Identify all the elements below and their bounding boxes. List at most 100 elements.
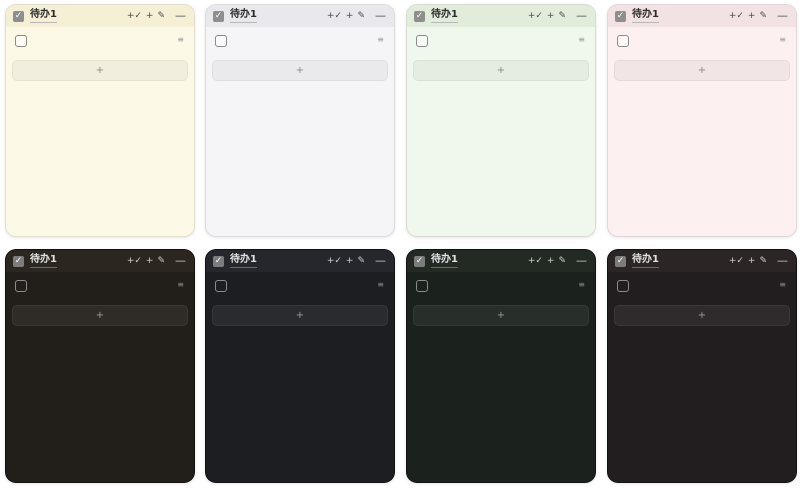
pen-icon[interactable]: ✎ [558,11,566,21]
checkbox-empty-icon[interactable] [215,280,227,292]
widget-title[interactable]: 待办1 [230,254,257,268]
plus-icon[interactable]: + [346,11,354,21]
widget-titlebar[interactable]: ✓ 待办1 +✓ + ✎ — [6,250,194,272]
checkbox-empty-icon[interactable] [15,280,27,292]
checkbox-empty-icon[interactable] [416,35,428,47]
minimize-icon[interactable]: — [175,255,186,266]
add-item-button[interactable]: + [12,305,188,326]
drag-handle-icon[interactable]: ≡ [578,281,585,289]
plus-icon[interactable]: + [547,256,555,266]
widget-titlebar[interactable]: ✓ 待办1 +✓ + ✎ — [206,250,394,272]
pen-icon[interactable]: ✎ [759,11,767,21]
plus-icon[interactable]: + [346,256,354,266]
todo-item: ≡ [206,280,394,294]
minimize-icon[interactable]: — [777,10,788,21]
pen-icon[interactable]: ✎ [558,256,566,266]
pen-icon[interactable]: ✎ [357,256,365,266]
plus-icon[interactable]: + [146,11,154,21]
add-check-icon[interactable]: +✓ [327,11,342,21]
pen-icon[interactable]: ✎ [157,11,165,21]
add-check-icon[interactable]: +✓ [127,11,142,21]
widget-title[interactable]: 待办1 [30,254,57,268]
checkbox-checked-icon[interactable]: ✓ [615,10,626,22]
add-item-button[interactable]: + [413,305,589,326]
drag-handle-icon[interactable]: ≡ [779,281,786,289]
title-actions: +✓ + ✎ — [528,255,587,266]
checkbox-empty-icon[interactable] [416,280,428,292]
title-actions: +✓ + ✎ — [127,10,186,21]
widget-title[interactable]: 待办1 [632,254,659,268]
add-check-icon[interactable]: +✓ [729,11,744,21]
checkbox-checked-icon[interactable]: ✓ [13,255,24,267]
widget-titlebar[interactable]: ✓ 待办1 +✓ + ✎ — [608,5,796,27]
pen-icon[interactable]: ✎ [759,256,767,266]
widget-body: ≡ + [6,27,194,236]
drag-handle-icon[interactable]: ≡ [578,36,585,44]
add-item-button[interactable]: + [212,60,388,81]
add-item-button[interactable]: + [614,60,790,81]
widget-title[interactable]: 待办1 [431,9,458,23]
plus-icon[interactable]: + [748,256,756,266]
minimize-icon[interactable]: — [576,255,587,266]
minimize-icon[interactable]: — [777,255,788,266]
widget-titlebar[interactable]: ✓ 待办1 +✓ + ✎ — [407,5,595,27]
add-check-icon[interactable]: +✓ [127,256,142,266]
checkbox-checked-icon[interactable]: ✓ [213,255,224,267]
add-check-icon[interactable]: +✓ [729,256,744,266]
add-check-icon[interactable]: +✓ [528,11,543,21]
drag-handle-icon[interactable]: ≡ [377,281,384,289]
checkbox-checked-icon[interactable]: ✓ [414,10,425,22]
widget-body: ≡ + [608,27,796,236]
widget-titlebar[interactable]: ✓ 待办1 +✓ + ✎ — [608,250,796,272]
checkbox-checked-icon[interactable]: ✓ [13,10,24,22]
todo-item: ≡ [6,35,194,49]
plus-icon[interactable]: + [547,11,555,21]
checkbox-empty-icon[interactable] [215,35,227,47]
widget-titlebar[interactable]: ✓ 待办1 +✓ + ✎ — [407,250,595,272]
drag-handle-icon[interactable]: ≡ [177,36,184,44]
title-actions: +✓ + ✎ — [327,10,386,21]
add-item-button[interactable]: + [413,60,589,81]
widget-body: ≡ + [6,272,194,482]
title-actions: +✓ + ✎ — [729,10,788,21]
minimize-icon[interactable]: — [175,10,186,21]
widget-titlebar[interactable]: ✓ 待办1 +✓ + ✎ — [6,5,194,27]
checkbox-checked-icon[interactable]: ✓ [213,10,224,22]
title-actions: +✓ + ✎ — [528,10,587,21]
checkbox-checked-icon[interactable]: ✓ [414,255,425,267]
checkbox-empty-icon[interactable] [617,280,629,292]
checkbox-checked-icon[interactable]: ✓ [615,255,626,267]
todo-item: ≡ [206,35,394,49]
plus-icon[interactable]: + [748,11,756,21]
plus-icon[interactable]: + [146,256,154,266]
widget-title[interactable]: 待办1 [431,254,458,268]
add-item-button[interactable]: + [12,60,188,81]
widget-body: ≡ + [608,272,796,482]
minimize-icon[interactable]: — [576,10,587,21]
pen-icon[interactable]: ✎ [357,11,365,21]
widget-titlebar[interactable]: ✓ 待办1 +✓ + ✎ — [206,5,394,27]
drag-handle-icon[interactable]: ≡ [779,36,786,44]
todo-widget-yellow: ✓ 待办1 +✓ + ✎ — ≡ + [5,4,195,237]
checkbox-empty-icon[interactable] [617,35,629,47]
todo-item: ≡ [608,35,796,49]
widget-body: ≡ + [206,272,394,482]
widget-title[interactable]: 待办1 [30,9,57,23]
widget-title[interactable]: 待办1 [230,9,257,23]
pen-icon[interactable]: ✎ [157,256,165,266]
add-item-button[interactable]: + [212,305,388,326]
widget-title[interactable]: 待办1 [632,9,659,23]
add-check-icon[interactable]: +✓ [528,256,543,266]
widget-body: ≡ + [206,27,394,236]
add-check-icon[interactable]: +✓ [327,256,342,266]
checkbox-empty-icon[interactable] [15,35,27,47]
add-item-button[interactable]: + [614,305,790,326]
todo-widget-green: ✓ 待办1 +✓ + ✎ — ≡ + [406,4,596,237]
minimize-icon[interactable]: — [375,255,386,266]
widget-body: ≡ + [407,272,595,482]
todo-item: ≡ [407,35,595,49]
drag-handle-icon[interactable]: ≡ [177,281,184,289]
drag-handle-icon[interactable]: ≡ [377,36,384,44]
minimize-icon[interactable]: — [375,10,386,21]
todo-item: ≡ [6,280,194,294]
